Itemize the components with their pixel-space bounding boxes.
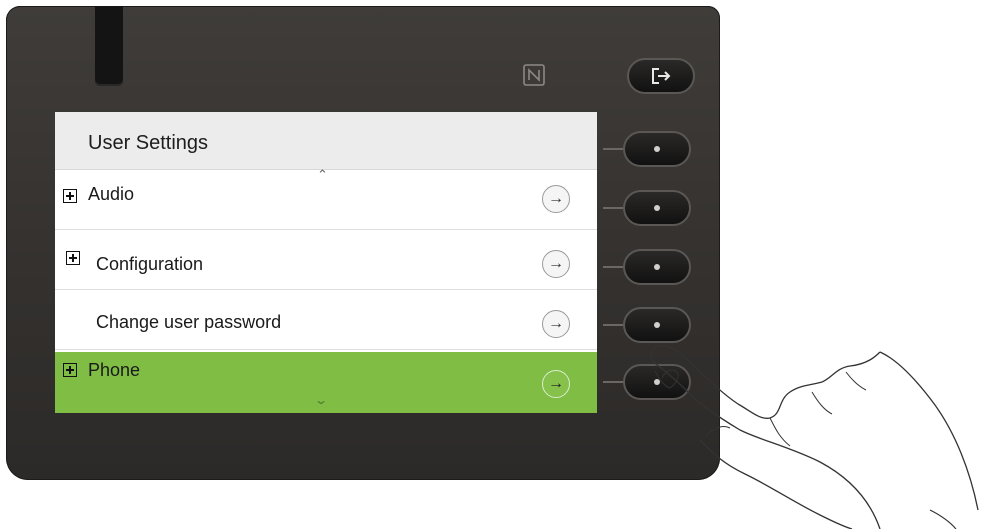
pointing-hand-illustration — [650, 345, 979, 529]
